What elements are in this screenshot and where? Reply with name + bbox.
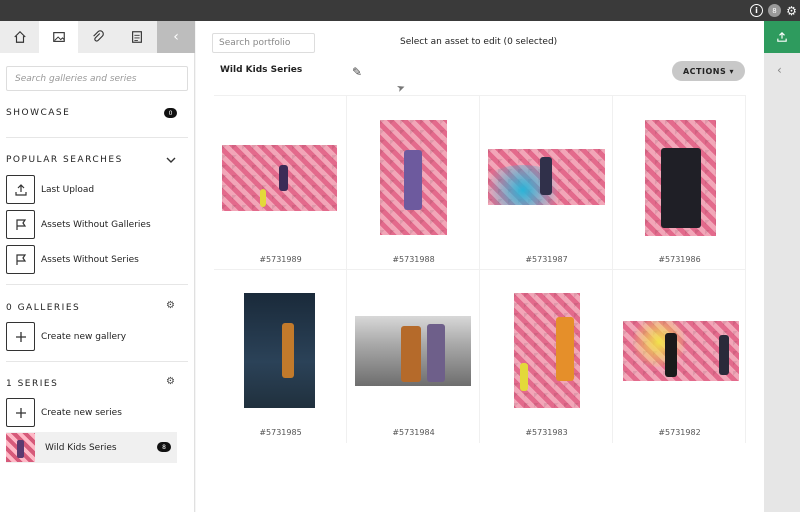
divider [6, 137, 188, 138]
asset-thumbnail[interactable] [222, 145, 337, 211]
popular-search-last-upload[interactable]: Last Upload [6, 175, 94, 204]
asset-thumbnail[interactable] [244, 293, 315, 408]
upload-icon [6, 175, 35, 204]
list-item-label: Assets Without Galleries [41, 219, 151, 230]
home-icon [13, 30, 26, 43]
asset-id-label: #5731989 [259, 255, 302, 264]
top-bar: i 8 ⚙ [0, 0, 800, 21]
series-thumbnail [6, 433, 35, 462]
create-gallery-button[interactable]: Create new gallery [6, 322, 126, 351]
tab-images[interactable] [39, 21, 78, 53]
flag-icon [6, 210, 35, 239]
series-item-wild-kids[interactable]: Wild Kids Series 8 [6, 432, 177, 463]
divider [6, 361, 188, 362]
current-series-title: Wild Kids Series [220, 65, 303, 75]
showcase-count-badge: 0 [164, 108, 177, 118]
asset-thumbnail[interactable] [514, 293, 580, 408]
list-item-label: Assets Without Series [41, 254, 139, 265]
info-icon[interactable]: i [750, 4, 763, 17]
sidebar-tabs: ‹ [0, 21, 195, 53]
selection-status: Select an asset to edit (0 selected) [400, 37, 558, 47]
chevron-left-icon[interactable]: ‹ [777, 63, 782, 77]
series-item-label: Wild Kids Series [45, 442, 117, 453]
create-series-button[interactable]: Create new series [6, 398, 122, 427]
right-rail: ‹ [764, 21, 800, 512]
asset-thumbnail[interactable] [645, 120, 716, 236]
galleries-settings-icon[interactable]: ⚙ [166, 300, 175, 311]
asset-id-label: #5731986 [658, 255, 701, 264]
asset-thumbnail[interactable] [380, 120, 447, 235]
popular-searches-title: POPULAR SEARCHES [6, 155, 123, 165]
flag-icon [6, 245, 35, 274]
asset-id-label: #5731983 [525, 428, 568, 437]
chevron-down-icon[interactable] [166, 155, 176, 165]
tab-attachments[interactable] [78, 21, 117, 53]
series-count-badge: 8 [157, 442, 171, 452]
plus-icon [6, 398, 35, 427]
upload-button[interactable] [764, 21, 800, 53]
mouse-cursor-icon: ➤ [395, 81, 408, 96]
asset-id-label: #5731984 [392, 428, 435, 437]
tab-documents[interactable] [117, 21, 156, 53]
main-content: Select an asset to edit (0 selected) Wil… [196, 21, 764, 512]
tab-home[interactable] [0, 21, 39, 53]
paperclip-icon [92, 30, 104, 42]
galleries-title: 0 GALLERIES [6, 303, 81, 313]
gear-icon[interactable]: ⚙ [785, 4, 798, 18]
create-gallery-label: Create new gallery [41, 331, 127, 342]
pencil-icon[interactable]: ✎ [352, 65, 362, 79]
chevron-left-icon: ‹ [173, 29, 179, 45]
asset-thumbnail[interactable] [488, 149, 605, 205]
divider [6, 284, 188, 285]
collapse-panel-button[interactable]: ‹ [157, 21, 195, 53]
actions-button[interactable]: ACTIONS ▾ [672, 61, 745, 81]
upload-icon [777, 32, 787, 42]
image-icon [52, 32, 65, 42]
document-icon [131, 31, 142, 43]
portfolio-search-input[interactable] [212, 33, 315, 53]
asset-thumbnail[interactable] [623, 321, 739, 381]
create-series-label: Create new series [41, 407, 122, 418]
asset-thumbnail[interactable] [355, 316, 471, 386]
popular-search-without-series[interactable]: Assets Without Series [6, 245, 139, 274]
popular-search-without-galleries[interactable]: Assets Without Galleries [6, 210, 151, 239]
plus-icon [6, 322, 35, 351]
galleries-search-input[interactable] [6, 66, 188, 91]
showcase-title: SHOWCASE [6, 108, 71, 118]
list-item-label: Last Upload [41, 184, 95, 195]
series-title: 1 SERIES [6, 379, 59, 389]
left-panel: ‹ SHOWCASE 0 POPULAR SEARCHES Last Uploa… [0, 21, 195, 512]
notification-badge[interactable]: 8 [768, 4, 781, 17]
series-settings-icon[interactable]: ⚙ [166, 376, 175, 387]
asset-id-label: #5731982 [658, 428, 701, 437]
asset-id-label: #5731987 [525, 255, 568, 264]
asset-id-label: #5731988 [392, 255, 435, 264]
asset-id-label: #5731985 [259, 428, 302, 437]
